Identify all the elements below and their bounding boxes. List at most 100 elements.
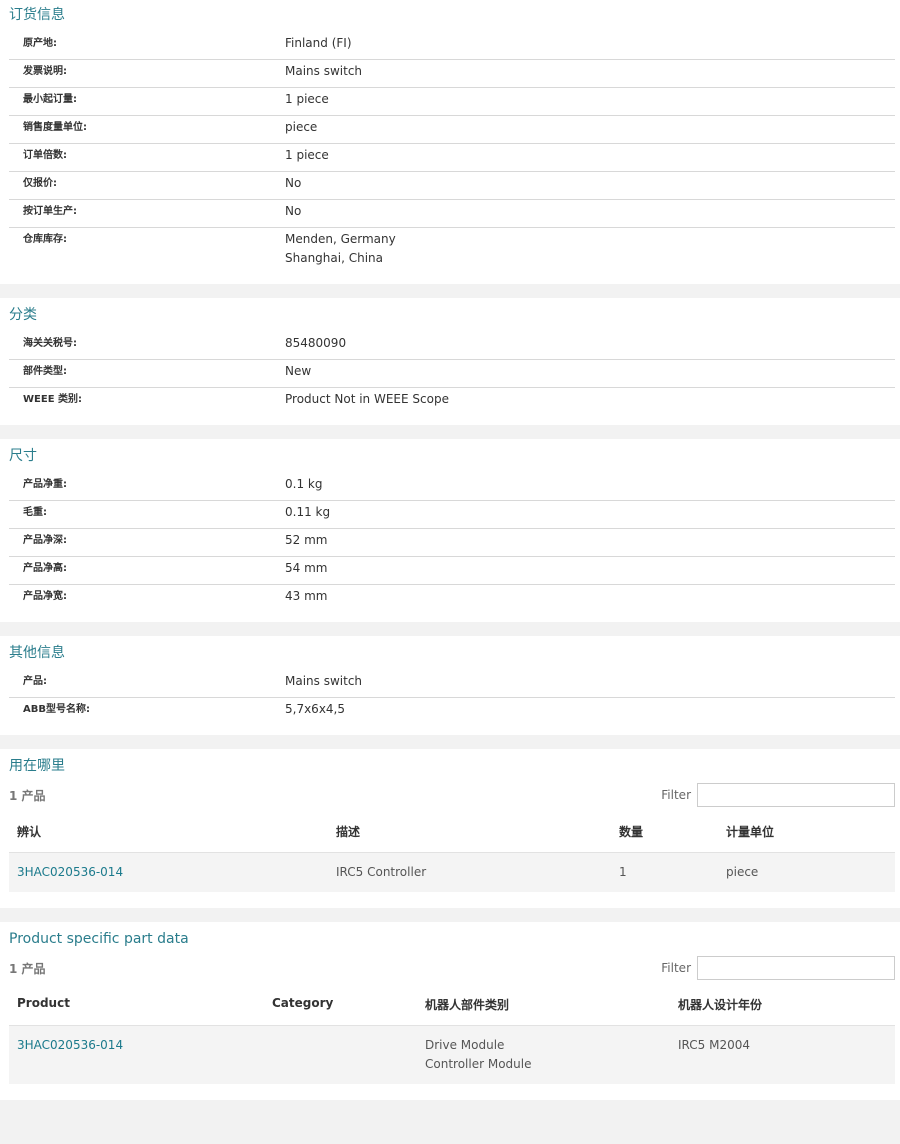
kv-label: 产品净高: <box>23 563 67 574</box>
kv-value: New <box>285 362 895 381</box>
kv-value: 1 piece <box>285 146 895 165</box>
kv-label: 最小起订量: <box>23 94 77 105</box>
table-row: 3HAC020536-014 IRC5 Controller 1 piece <box>9 853 895 892</box>
value-text: 0.11 kg <box>285 505 331 519</box>
kv-row: 最小起订量: 1 piece <box>9 88 895 116</box>
filter-input[interactable] <box>697 783 895 807</box>
result-count: 1 产品 <box>9 961 46 976</box>
section-title: 订货信息 <box>9 7 65 23</box>
column-header-quantity[interactable]: 数量 <box>619 823 726 840</box>
kv-value: No <box>285 174 895 193</box>
part-link[interactable]: 3HAC020536-014 <box>17 863 336 882</box>
kv-label: ABB型号名称: <box>23 704 90 715</box>
kv-row: 产品: Mains switch <box>9 670 895 698</box>
kv-value: 85480090 <box>285 334 895 353</box>
page: 订货信息 原产地: Finland (FI) 发票说明: Mains switc… <box>0 0 900 1144</box>
filter-input[interactable] <box>697 956 895 980</box>
kv-value: Mains switch <box>285 62 895 81</box>
kv-row: 原产地: Finland (FI) <box>9 32 895 60</box>
kv-row: 海关关税号: 85480090 <box>9 332 895 360</box>
kv-label: 产品: <box>23 676 47 687</box>
column-header-unit[interactable]: 计量单位 <box>726 823 774 840</box>
kv-value: Product Not in WEEE Scope <box>285 390 895 409</box>
section-title: 其他信息 <box>9 645 65 661</box>
value-text: 52 mm <box>285 533 328 547</box>
value-text: Product Not in WEEE Scope <box>285 392 449 406</box>
section-title: 分类 <box>9 307 37 323</box>
kv-row: 产品净深: 52 mm <box>9 529 895 557</box>
column-header-description[interactable]: 描述 <box>336 823 619 840</box>
value-text: 5,7x6x4,5 <box>285 702 346 716</box>
kv-label: 产品净重: <box>23 479 67 490</box>
table-toolbar: 1 产品 Filter <box>9 783 895 807</box>
robot-part-cell: Drive Module Controller Module <box>425 1036 678 1074</box>
table-header: 辨认 描述 数量 计量单位 <box>9 813 895 853</box>
value-text: 85480090 <box>285 336 347 350</box>
kv-label: 订单倍数: <box>23 150 67 161</box>
kv-label: 原产地: <box>23 38 57 49</box>
value-text: 1 piece <box>285 148 329 162</box>
part-data-section: Product specific part data 1 产品 Filter P… <box>0 922 900 1100</box>
filter-label: Filter <box>661 788 691 802</box>
kv-label: 海关关税号: <box>23 338 77 349</box>
value-text: 1 piece <box>285 92 329 106</box>
section-title: 尺寸 <box>9 448 37 464</box>
kv-row: 产品净高: 54 mm <box>9 557 895 585</box>
kv-row: ABB型号名称: 5,7x6x4,5 <box>9 698 895 725</box>
kv-row: 仓库库存: Menden, Germany Shanghai, China <box>9 228 895 274</box>
kv-table: 原产地: Finland (FI) 发票说明: Mains switch 最小起… <box>9 32 895 274</box>
table-row: 3HAC020536-014 Drive Module Controller M… <box>9 1026 895 1084</box>
kv-label: 毛重: <box>23 507 47 518</box>
value-text: 0.1 kg <box>285 477 323 491</box>
kv-row: 产品净重: 0.1 kg <box>9 473 895 501</box>
value-text: Finland (FI) <box>285 36 352 50</box>
robot-part-value: Drive Module <box>425 1038 505 1052</box>
kv-label: 产品净深: <box>23 535 67 546</box>
other-info-section: 其他信息 产品: Mains switch ABB型号名称: 5,7x6x4,5 <box>0 636 900 735</box>
value-text: Shanghai, China <box>285 251 383 265</box>
design-year-cell: IRC5 M2004 <box>678 1038 750 1052</box>
kv-value: 1 piece <box>285 90 895 109</box>
kv-value: 52 mm <box>285 531 895 550</box>
column-header-category[interactable]: Category <box>272 996 425 1013</box>
where-used-section: 用在哪里 1 产品 Filter 辨认 描述 数量 计量单位 3HAC02053… <box>0 749 900 908</box>
filter-label: Filter <box>661 961 691 975</box>
order-info-section: 订货信息 原产地: Finland (FI) 发票说明: Mains switc… <box>0 0 900 284</box>
footer-spacer <box>0 1114 900 1144</box>
kv-label: 仓库库存: <box>23 234 67 245</box>
kv-label: 按订单生产: <box>23 206 77 217</box>
value-text: Mains switch <box>285 64 363 78</box>
classification-section: 分类 海关关税号: 85480090 部件类型: New WEEE 类别: Pr… <box>0 298 900 425</box>
filter: Filter <box>661 783 895 807</box>
kv-label: 发票说明: <box>23 66 67 77</box>
kv-row: 毛重: 0.11 kg <box>9 501 895 529</box>
section-title: Product specific part data <box>9 931 189 947</box>
kv-value: piece <box>285 118 895 137</box>
section-title: 用在哪里 <box>9 758 65 774</box>
column-header-robot-part-category[interactable]: 机器人部件类别 <box>425 996 678 1013</box>
kv-value: 54 mm <box>285 559 895 578</box>
dimensions-section: 尺寸 产品净重: 0.1 kg 毛重: 0.11 kg 产品净深: 52 mm … <box>0 439 900 622</box>
kv-value: Menden, Germany Shanghai, China <box>285 230 895 268</box>
value-text: Menden, Germany <box>285 232 396 246</box>
product-link[interactable]: 3HAC020536-014 <box>17 1036 272 1074</box>
table-toolbar: 1 产品 Filter <box>9 956 895 980</box>
value-text: Mains switch <box>285 674 363 688</box>
value-text: No <box>285 176 302 190</box>
result-count: 1 产品 <box>9 788 46 803</box>
column-header-robot-design-year[interactable]: 机器人设计年份 <box>678 996 762 1013</box>
value-text: 43 mm <box>285 589 328 603</box>
kv-row: 订单倍数: 1 piece <box>9 144 895 172</box>
kv-label: WEEE 类别: <box>23 394 83 405</box>
kv-value: 0.11 kg <box>285 503 895 522</box>
kv-label: 部件类型: <box>23 366 67 377</box>
column-header-id[interactable]: 辨认 <box>17 823 336 840</box>
column-header-product[interactable]: Product <box>17 996 272 1013</box>
kv-label: 销售度量单位: <box>23 122 87 133</box>
kv-row: WEEE 类别: Product Not in WEEE Scope <box>9 388 895 415</box>
kv-row: 产品净宽: 43 mm <box>9 585 895 612</box>
kv-label: 产品净宽: <box>23 591 67 602</box>
unit-cell: piece <box>726 865 759 879</box>
kv-value: 0.1 kg <box>285 475 895 494</box>
robot-part-value: Controller Module <box>425 1057 532 1071</box>
